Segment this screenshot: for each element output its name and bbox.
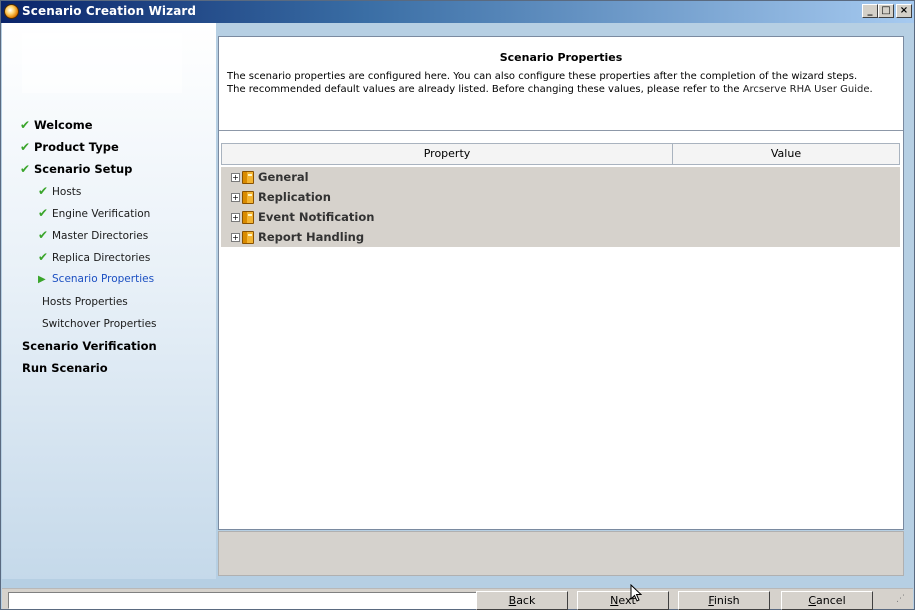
nav-step-product-type: ✔ Product Type — [20, 138, 119, 156]
property-group-report-handling[interactable]: + Report Handling — [231, 227, 364, 247]
description-line-2-end: . — [869, 84, 873, 95]
nav-step-label: Hosts — [52, 186, 82, 198]
nav-step-engine-verification: ✔ Engine Verification — [38, 204, 150, 222]
page-header: Scenario Properties The scenario propert… — [219, 37, 903, 131]
nav-step-label: Scenario Verification — [22, 339, 157, 353]
minimize-button[interactable]: _ — [862, 4, 878, 18]
grid-header: Property Value — [221, 143, 900, 165]
nav-step-label: Scenario Setup — [34, 162, 133, 176]
property-group-icon — [242, 171, 254, 184]
expand-plus-icon[interactable]: + — [231, 233, 240, 242]
expand-plus-icon[interactable]: + — [231, 173, 240, 182]
nav-step-label: Run Scenario — [22, 361, 108, 375]
maximize-button[interactable]: □ — [878, 4, 894, 18]
nav-step-label: Switchover Properties — [42, 318, 157, 330]
current-step-arrow-icon: ▶ — [38, 274, 46, 285]
column-header-value[interactable]: Value — [673, 144, 899, 164]
nav-step-master-directories: ✔ Master Directories — [38, 226, 148, 244]
nav-step-label: Engine Verification — [52, 208, 151, 220]
property-group-general[interactable]: + General — [231, 167, 309, 187]
page-description: The scenario properties are configured h… — [227, 70, 897, 96]
property-description-panel — [218, 531, 904, 576]
property-group-label: Report Handling — [258, 230, 365, 244]
checkmark-icon: ✔ — [38, 184, 49, 198]
nav-step-scenario-properties: ▶ Scenario Properties — [38, 270, 154, 288]
properties-grid: Property Value + General + Replication + Ev… — [219, 141, 903, 529]
property-group-icon — [242, 231, 254, 244]
user-guide-reference: Arcserve RHA User Guide — [742, 84, 870, 95]
expand-plus-icon[interactable]: + — [231, 193, 240, 202]
window-title: Scenario Creation Wizard — [22, 4, 197, 18]
property-group-icon — [242, 211, 254, 224]
logo-area — [22, 33, 182, 93]
nav-step-hosts: ✔ Hosts — [38, 182, 81, 200]
back-label: ack — [516, 594, 536, 607]
back-button[interactable]: Back — [476, 591, 568, 610]
button-bar: Back Next Finish Cancel ⋰ — [2, 588, 913, 610]
description-line-1: The scenario properties are configured h… — [227, 71, 858, 82]
nav-step-replica-directories: ✔ Replica Directories — [38, 248, 150, 266]
nav-step-hosts-properties: Hosts Properties — [42, 293, 128, 311]
page-title: Scenario Properties — [499, 51, 623, 64]
nav-step-label: Hosts Properties — [42, 296, 128, 308]
checkmark-icon: ✔ — [38, 206, 49, 220]
next-button[interactable]: Next — [577, 591, 669, 610]
finish-button[interactable]: Finish — [678, 591, 770, 610]
property-group-replication[interactable]: + Replication — [231, 187, 331, 207]
finish-label: inish — [713, 594, 740, 607]
checkmark-icon: ✔ — [20, 118, 31, 132]
mouse-cursor-icon — [630, 584, 642, 602]
app-icon — [4, 4, 19, 19]
close-button[interactable]: × — [896, 4, 912, 18]
expand-plus-icon[interactable]: + — [231, 213, 240, 222]
cancel-label: ancel — [816, 594, 846, 607]
nav-step-scenario-verification: Scenario Verification — [22, 337, 157, 355]
description-line-2: The recommended default values are alrea… — [227, 83, 897, 96]
property-group-icon — [242, 191, 254, 204]
checkmark-icon: ✔ — [38, 250, 49, 264]
checkmark-icon: ✔ — [20, 140, 31, 154]
property-group-label: General — [258, 170, 309, 184]
nav-step-welcome: ✔ Welcome — [20, 116, 93, 134]
nav-step-label: Replica Directories — [52, 252, 151, 264]
property-group-label: Event Notification — [258, 210, 375, 224]
column-header-property[interactable]: Property — [222, 144, 673, 164]
nav-step-label: Scenario Properties — [52, 273, 155, 285]
description-line-2-text: The recommended default values are alrea… — [227, 84, 740, 95]
cancel-button[interactable]: Cancel — [781, 591, 873, 610]
nav-step-run-scenario: Run Scenario — [22, 359, 108, 377]
nav-step-label: Welcome — [34, 118, 93, 132]
resize-grip-icon[interactable]: ⋰ — [896, 594, 910, 608]
wizard-step-nav: ✔ Welcome ✔ Product Type ✔ Scenario Setup ✔… — [2, 23, 216, 579]
nav-step-label: Master Directories — [52, 230, 149, 242]
status-field — [8, 592, 478, 609]
wizard-window: Scenario Creation Wizard _ □ × ✔ Welcome … — [0, 0, 915, 610]
checkmark-icon: ✔ — [38, 228, 49, 242]
content-panel: Scenario Properties The scenario propert… — [218, 36, 904, 530]
property-group-event-notification[interactable]: + Event Notification — [231, 207, 374, 227]
nav-step-switchover-properties: Switchover Properties — [42, 315, 157, 333]
nav-step-scenario-setup: ✔ Scenario Setup — [20, 160, 132, 178]
nav-step-label: Product Type — [34, 140, 119, 154]
property-group-label: Replication — [258, 190, 331, 204]
title-bar[interactable]: Scenario Creation Wizard _ □ × — [1, 1, 914, 23]
checkmark-icon: ✔ — [20, 162, 31, 176]
cancel-mnemonic: C — [808, 594, 817, 607]
grid-body: + General + Replication + Event Notificatio… — [221, 167, 900, 247]
